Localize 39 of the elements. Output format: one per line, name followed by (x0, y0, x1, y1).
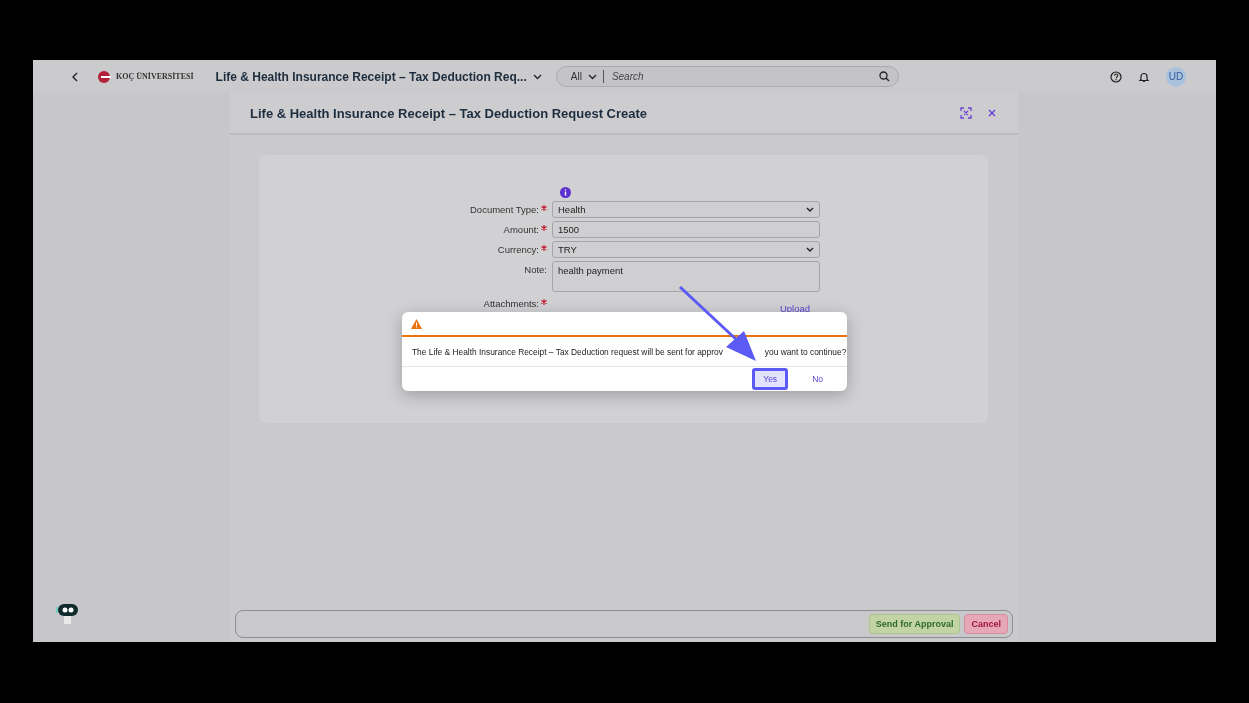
warning-icon (411, 318, 422, 329)
help-icon[interactable] (1110, 70, 1122, 83)
select-field[interactable]: TRY (552, 241, 820, 258)
logo-icon (97, 70, 113, 83)
field-label: Attachments: (483, 298, 539, 309)
logo-text: KOÇ ÜNİVERSİTESİ (116, 72, 194, 81)
search-scope-select[interactable]: All (564, 70, 604, 83)
no-button[interactable]: No (806, 372, 829, 386)
caret-icon[interactable] (587, 73, 597, 80)
user-avatar[interactable]: UD (1166, 66, 1186, 87)
info-icon[interactable] (560, 187, 571, 198)
search-field[interactable]: All Search (555, 66, 899, 87)
required-asterisk-icon (541, 225, 547, 231)
caret-icon[interactable] (806, 246, 814, 253)
search-icon[interactable] (878, 71, 890, 82)
required-asterisk-icon (541, 299, 547, 305)
dialog-message: The Life & Health Insurance Receipt – Tax Deduction request will be sent for approv (412, 346, 723, 357)
field-label: Document Type: (470, 204, 539, 215)
back-icon[interactable] (71, 71, 79, 82)
upload-link[interactable]: Upload (779, 303, 810, 314)
input-field[interactable]: 1500 (552, 221, 820, 238)
yes-button[interactable]: Yes (752, 368, 789, 390)
app-title-menu[interactable]: Life & Health Insurance Receipt – Tax Deduction Req... (211, 67, 546, 86)
close-icon[interactable] (986, 107, 998, 119)
field-label: Currency: (497, 244, 539, 255)
send-for-approval-button[interactable]: Send for Approval (868, 614, 961, 634)
bell-icon[interactable] (1138, 70, 1150, 83)
required-asterisk-icon (541, 205, 547, 211)
field-label: Amount: (503, 224, 539, 235)
required-asterisk-icon (541, 245, 547, 251)
note-field[interactable]: health payment (552, 261, 820, 292)
caret-icon[interactable] (532, 73, 542, 80)
caret-icon[interactable] (806, 206, 814, 213)
dialog-message: you want to continue? (764, 346, 847, 357)
page-title: Life & Health Insurance Receipt – Tax Deduction Request Create (250, 105, 648, 121)
cancel-button[interactable]: Cancel (964, 614, 1008, 634)
expand-icon[interactable] (960, 107, 972, 119)
select-field[interactable]: Health (552, 201, 820, 218)
field-label: Note: (524, 264, 547, 275)
